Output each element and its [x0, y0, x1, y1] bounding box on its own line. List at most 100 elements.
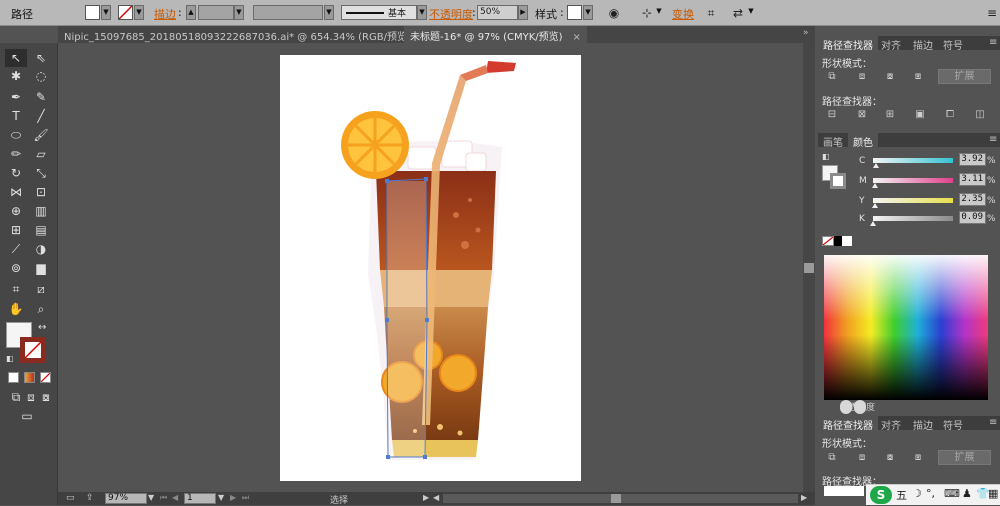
variable-width-field[interactable]	[253, 5, 323, 20]
zoom-field[interactable]: 97%	[105, 493, 147, 504]
zoom-dropdown[interactable]: ▼	[148, 493, 154, 502]
divide-icon[interactable]: ⊟	[824, 108, 840, 122]
stroke-weight-dropdown[interactable]: ▼	[234, 5, 244, 20]
screen-mode-icon[interactable]: ▭	[16, 407, 38, 425]
unite-icon[interactable]: ⧉	[824, 451, 840, 465]
artboard-navigator-icon[interactable]: ▭	[66, 493, 75, 503]
outline-icon[interactable]: ⧠	[942, 108, 958, 122]
cyan-field[interactable]: 3.92	[959, 153, 986, 166]
artboard-tool-icon[interactable]: ⌗	[5, 280, 27, 298]
slider-thumb[interactable]	[871, 203, 878, 208]
punctuation-icon[interactable]: °,	[926, 487, 935, 500]
transform-link[interactable]: 变换	[672, 6, 694, 22]
vertical-scrollbar[interactable]	[803, 43, 815, 492]
artboard-dropdown[interactable]: ▼	[218, 493, 224, 502]
column-graph-tool-icon[interactable]: ▆	[30, 259, 52, 277]
black-slider[interactable]	[870, 216, 953, 226]
align-dropdown[interactable]: ▼	[654, 5, 664, 20]
yellow-field[interactable]: 2.35	[959, 193, 986, 206]
fill-dropdown[interactable]: ▼	[101, 5, 111, 20]
slider-thumb[interactable]	[870, 221, 877, 226]
draw-inside-icon[interactable]: ⧇	[35, 388, 57, 406]
swap-fill-stroke-icon[interactable]: ↔	[38, 322, 46, 333]
fill-swatch[interactable]	[85, 5, 100, 20]
pen-tool-icon[interactable]: ✒	[5, 88, 27, 106]
line-tool-icon[interactable]: ╱	[30, 107, 52, 125]
panel-menu-icon[interactable]: ≡	[984, 416, 1000, 430]
recolor-artwork-icon[interactable]: ◉	[605, 4, 623, 22]
opacity-dropdown[interactable]: ▶	[518, 5, 528, 20]
slider-thumb[interactable]	[872, 183, 879, 188]
slice-tool-icon[interactable]: ⧄	[30, 280, 52, 298]
next-artboard-icon[interactable]: ▶	[230, 493, 236, 502]
prev-artboard-icon[interactable]: ◀	[172, 493, 178, 502]
panel-menu-icon[interactable]: ≡	[984, 133, 1000, 147]
none-mode-button[interactable]	[40, 372, 51, 383]
brush-style-dropdown[interactable]: ▼	[417, 5, 427, 20]
tab-document-2[interactable]: 未标题-16* @ 97% (CMYK/预览) ×	[404, 26, 587, 43]
pencil-tool-icon[interactable]: ✏	[5, 145, 27, 163]
mesh-tool-icon[interactable]: ⊞	[5, 221, 27, 239]
none-color-button[interactable]	[822, 236, 834, 246]
type-tool-icon[interactable]: T	[5, 107, 27, 125]
magenta-slider[interactable]	[872, 178, 953, 188]
white-swatch[interactable]	[842, 236, 852, 246]
last-artboard-icon[interactable]: ⏭	[242, 493, 249, 503]
ellipse-tool-icon[interactable]: ⬭	[5, 126, 27, 144]
direct-selection-tool-icon[interactable]: ⇖	[30, 49, 52, 67]
graphic-style-dropdown[interactable]: ▼	[583, 5, 593, 20]
minus-front-icon[interactable]: ⧈	[854, 451, 870, 465]
share-icon[interactable]: ⇪	[86, 493, 94, 503]
color-spectrum[interactable]	[824, 255, 988, 400]
tab-document-1[interactable]: Nipic_15097685_20180518093222687036.ai* …	[58, 26, 435, 43]
scale-tool-icon[interactable]: ⤡	[30, 164, 52, 182]
minus-front-icon[interactable]: ⧈	[854, 70, 870, 84]
flip-options-icon[interactable]: ⇄	[729, 4, 747, 22]
black-swatch[interactable]	[834, 236, 842, 246]
crop-icon[interactable]: ▣	[912, 108, 928, 122]
moon-icon[interactable]: ☽	[912, 487, 922, 500]
stroke-swatch[interactable]	[118, 5, 133, 20]
expand-button[interactable]: 扩展	[938, 69, 991, 84]
default-colors-icon[interactable]: ◧	[6, 354, 14, 363]
lasso-tool-icon[interactable]: ◌	[30, 67, 52, 85]
black-field[interactable]: 0.09	[959, 211, 986, 224]
expand-button[interactable]: 扩展	[938, 450, 991, 465]
stroke-color-box[interactable]	[20, 337, 46, 363]
exclude-icon[interactable]: ⧆	[910, 451, 926, 465]
free-transform-tool-icon[interactable]: ⊡	[30, 183, 52, 201]
width-tool-icon[interactable]: ⋈	[5, 183, 27, 201]
keyboard-icon[interactable]: ⌨	[944, 487, 960, 500]
tab-align[interactable]: 对齐	[876, 36, 906, 52]
magic-wand-tool-icon[interactable]: ✱	[5, 67, 27, 85]
tab-brushes[interactable]: 画笔	[818, 133, 848, 149]
stroke-link[interactable]: 描边	[154, 6, 176, 22]
horizontal-scrollbar[interactable]	[443, 494, 798, 503]
slider-thumb[interactable]	[873, 163, 880, 168]
stroke-weight-stepper[interactable]: ▲	[186, 5, 196, 20]
default-colors-icon[interactable]: ◧	[822, 152, 830, 161]
tab-stroke[interactable]: 描边	[908, 416, 938, 432]
artboard-number-field[interactable]: 1	[184, 493, 216, 504]
magenta-field[interactable]: 3.11	[959, 173, 986, 186]
exclude-icon[interactable]: ⧆	[910, 70, 926, 84]
close-icon[interactable]: ×	[573, 32, 581, 43]
stroke-weight-field[interactable]	[198, 5, 234, 20]
curvature-tool-icon[interactable]: ✎	[30, 88, 52, 106]
scroll-right-icon[interactable]: ▶	[801, 493, 807, 502]
status-menu-arrow[interactable]: ▶	[423, 493, 429, 502]
stroke-dropdown[interactable]: ▼	[134, 5, 144, 20]
zoom-tool-icon[interactable]: ⌕	[30, 300, 52, 318]
grid-icon[interactable]: ▦	[988, 487, 998, 500]
scrollbar-thumb[interactable]	[804, 263, 814, 273]
user-icon[interactable]: ♟	[962, 487, 972, 500]
trim-icon[interactable]: ⊠	[854, 108, 870, 122]
scroll-left-icon[interactable]: ◀	[433, 493, 439, 502]
variable-width-dropdown[interactable]: ▼	[324, 5, 334, 20]
graphic-style-swatch[interactable]	[567, 5, 582, 20]
color-mode-button[interactable]	[8, 372, 19, 383]
tab-pathfinder[interactable]: 路径查找器	[818, 36, 878, 52]
shape-builder-tool-icon[interactable]: ⊕	[5, 202, 27, 220]
isolate-object-icon[interactable]: ⌗	[702, 4, 720, 22]
paintbrush-tool-icon[interactable]: 🖌	[30, 126, 52, 144]
